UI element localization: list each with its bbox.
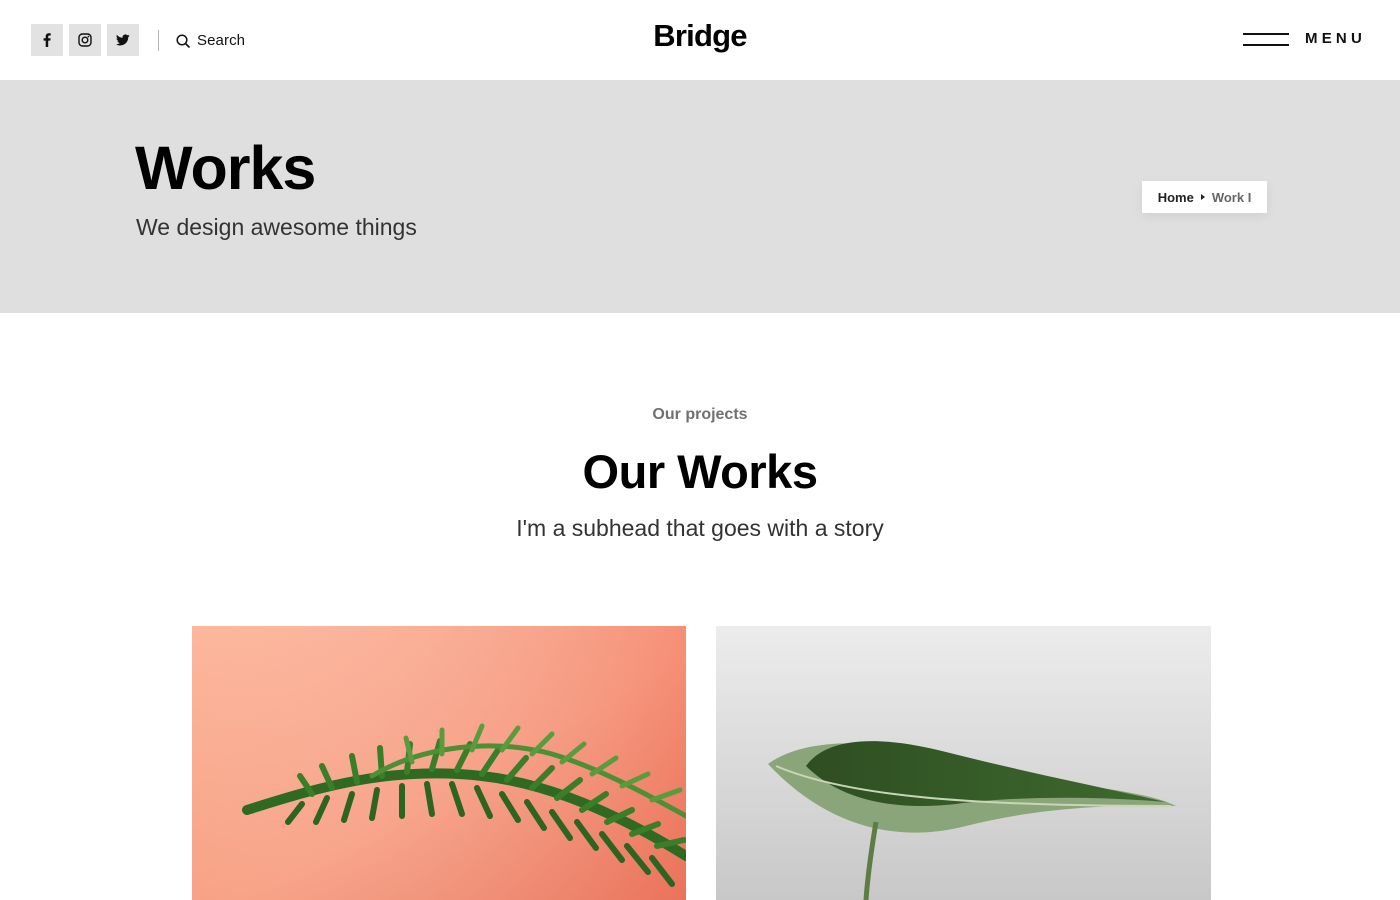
title-band: Works We design awesome things Home Work… bbox=[0, 80, 1400, 313]
page-subtitle: We design awesome things bbox=[136, 214, 417, 240]
menu-button[interactable]: MENU bbox=[1243, 30, 1366, 47]
site-header: Search Bridge MENU bbox=[0, 0, 1400, 80]
project-card-green-leaf[interactable] bbox=[716, 626, 1211, 900]
breadcrumb-current: Work I bbox=[1211, 189, 1252, 205]
green-leaf-image bbox=[716, 626, 1211, 900]
menu-label: MENU bbox=[1305, 30, 1366, 47]
project-card-pine-branch[interactable] bbox=[192, 626, 686, 900]
section-kicker: Our projects bbox=[652, 406, 748, 423]
section-subtitle: I'm a subhead that goes with a story bbox=[516, 515, 884, 541]
section-title: Our Works bbox=[582, 445, 818, 498]
breadcrumb-arrow-icon bbox=[1200, 194, 1205, 200]
site-logo[interactable]: Bridge bbox=[0, 18, 1400, 54]
hamburger-icon bbox=[1243, 31, 1290, 47]
breadcrumb-home-link[interactable]: Home bbox=[1158, 190, 1194, 205]
breadcrumb: Home Work I bbox=[1142, 181, 1267, 213]
pine-branch-image bbox=[192, 626, 686, 900]
page-title: Works bbox=[135, 134, 316, 202]
